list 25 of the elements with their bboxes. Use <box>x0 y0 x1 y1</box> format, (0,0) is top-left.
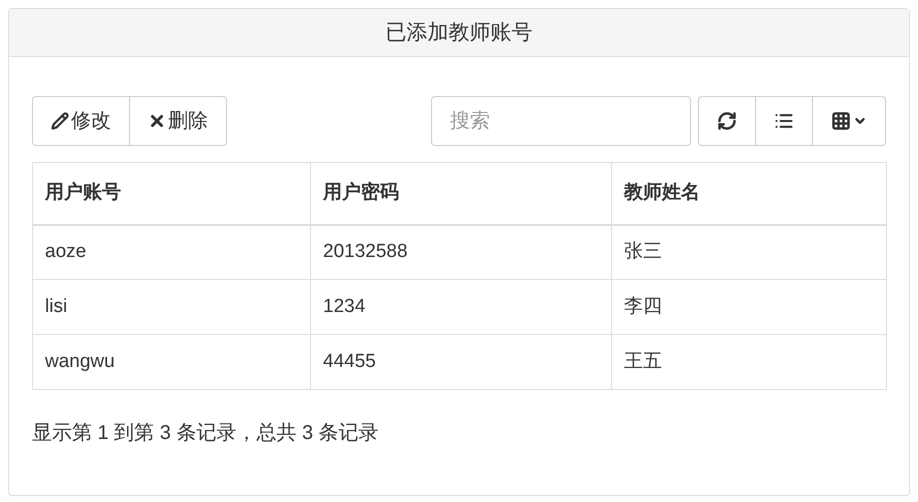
toolbar-button[interactable] <box>812 96 886 146</box>
table-cell: 李四 <box>612 280 886 334</box>
toolbar-button[interactable] <box>755 96 813 146</box>
close-icon <box>148 112 166 130</box>
table-cell: 1234 <box>310 280 612 334</box>
column-header: 用户账号 <box>32 162 310 224</box>
toolbar-button[interactable] <box>698 96 756 146</box>
table-cell: lisi <box>32 280 310 334</box>
table-cell: wangwu <box>32 334 310 390</box>
search-field[interactable]: 搜索 <box>431 96 691 146</box>
toolbar-button[interactable]: 修改 <box>32 96 130 146</box>
toolbar-button[interactable]: 删除 <box>129 96 227 146</box>
table-cell: 王五 <box>612 334 886 390</box>
refresh-icon <box>717 111 737 131</box>
table-cell: 20132588 <box>310 224 612 280</box>
column-header: 教师姓名 <box>612 162 886 224</box>
grid-icon <box>831 111 851 131</box>
column-header: 用户密码 <box>310 162 612 224</box>
table-cell: aoze <box>32 224 310 280</box>
pencil-icon <box>51 112 69 130</box>
table-cell: 44455 <box>310 334 612 390</box>
pagination-summary: 显示第 1 到第 3 条记录，总共 3 条记录 <box>32 422 379 444</box>
panel-title: 已添加教师账号 <box>386 20 532 46</box>
table-cell: 张三 <box>612 224 886 280</box>
list-icon <box>774 111 794 131</box>
